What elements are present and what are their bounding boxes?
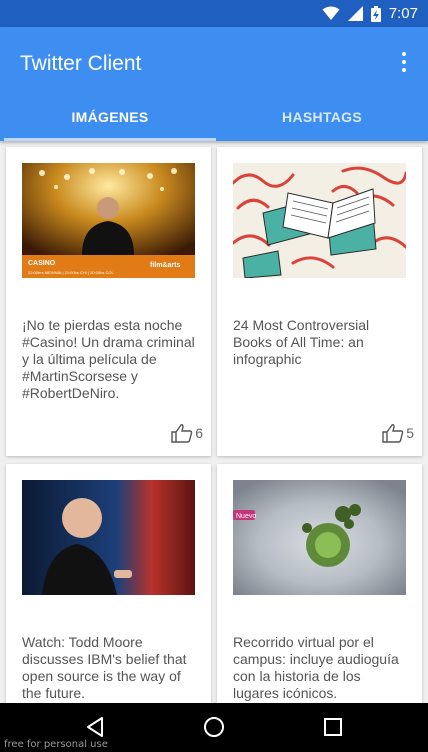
tab-bar: IMÁGENES HASHTAGS xyxy=(0,97,428,141)
recents-icon[interactable] xyxy=(321,715,345,739)
image-brand: film&arts xyxy=(150,262,180,269)
status-icons: 7:07 xyxy=(322,5,418,22)
tweet-text: Recorrido virtual por el campus: incluye… xyxy=(233,634,399,701)
signal-icon xyxy=(347,6,363,21)
tweet-text: 24 Most Controversial Books of All Time:… xyxy=(233,317,370,367)
status-bar: 7:07 xyxy=(0,0,428,27)
tweet-image-todd-moore[interactable] xyxy=(22,480,195,595)
image-grid[interactable]: CASINO 22:00hrs MEX/MIA | 21:00hs CHI | … xyxy=(0,141,428,703)
app-bar: Twitter Client IMÁGENES HASHTAGS xyxy=(0,27,428,141)
like-button[interactable]: 5 xyxy=(382,423,414,443)
home-icon[interactable] xyxy=(202,715,226,739)
tweet-text: Watch: Todd Moore discusses IBM's belief… xyxy=(22,634,187,701)
image-tag: Nuevo xyxy=(236,513,256,520)
tweet-card[interactable]: 24 Most Controversial Books of All Time:… xyxy=(217,147,422,456)
like-count: 5 xyxy=(406,425,414,441)
tweet-card[interactable]: Nuevo Recorrido virtual por el campus: i… xyxy=(217,464,422,703)
image-schedule: 22:00hrs MEX/MIA | 21:00hs CHI | 20:00hs… xyxy=(28,270,114,275)
watermark: free for personal use xyxy=(4,739,108,750)
like-button[interactable]: 6 xyxy=(171,423,203,443)
tweet-image-campus[interactable]: Nuevo xyxy=(233,480,406,595)
app-title: Twitter Client xyxy=(20,52,142,75)
tweet-image-books[interactable] xyxy=(233,163,406,278)
tweet-card[interactable]: CASINO 22:00hrs MEX/MIA | 21:00hs CHI | … xyxy=(6,147,211,456)
tweet-image-casino[interactable]: CASINO 22:00hrs MEX/MIA | 21:00hs CHI | … xyxy=(22,163,195,278)
more-options-icon[interactable] xyxy=(394,49,414,75)
like-count: 6 xyxy=(195,425,203,441)
thumbs-up-icon xyxy=(382,424,404,443)
tab-imagenes[interactable]: IMÁGENES xyxy=(4,97,216,141)
tweet-card[interactable]: Watch: Todd Moore discusses IBM's belief… xyxy=(6,464,211,703)
tweet-text: ¡No te pierdas esta noche #Casino! Un dr… xyxy=(22,317,195,401)
wifi-icon xyxy=(322,6,340,20)
image-caption: CASINO xyxy=(28,260,56,267)
tab-hashtags[interactable]: HASHTAGS xyxy=(216,97,428,141)
battery-charging-icon xyxy=(370,5,381,22)
thumbs-up-icon xyxy=(171,424,193,443)
clock: 7:07 xyxy=(388,5,418,22)
back-icon[interactable] xyxy=(84,715,108,739)
